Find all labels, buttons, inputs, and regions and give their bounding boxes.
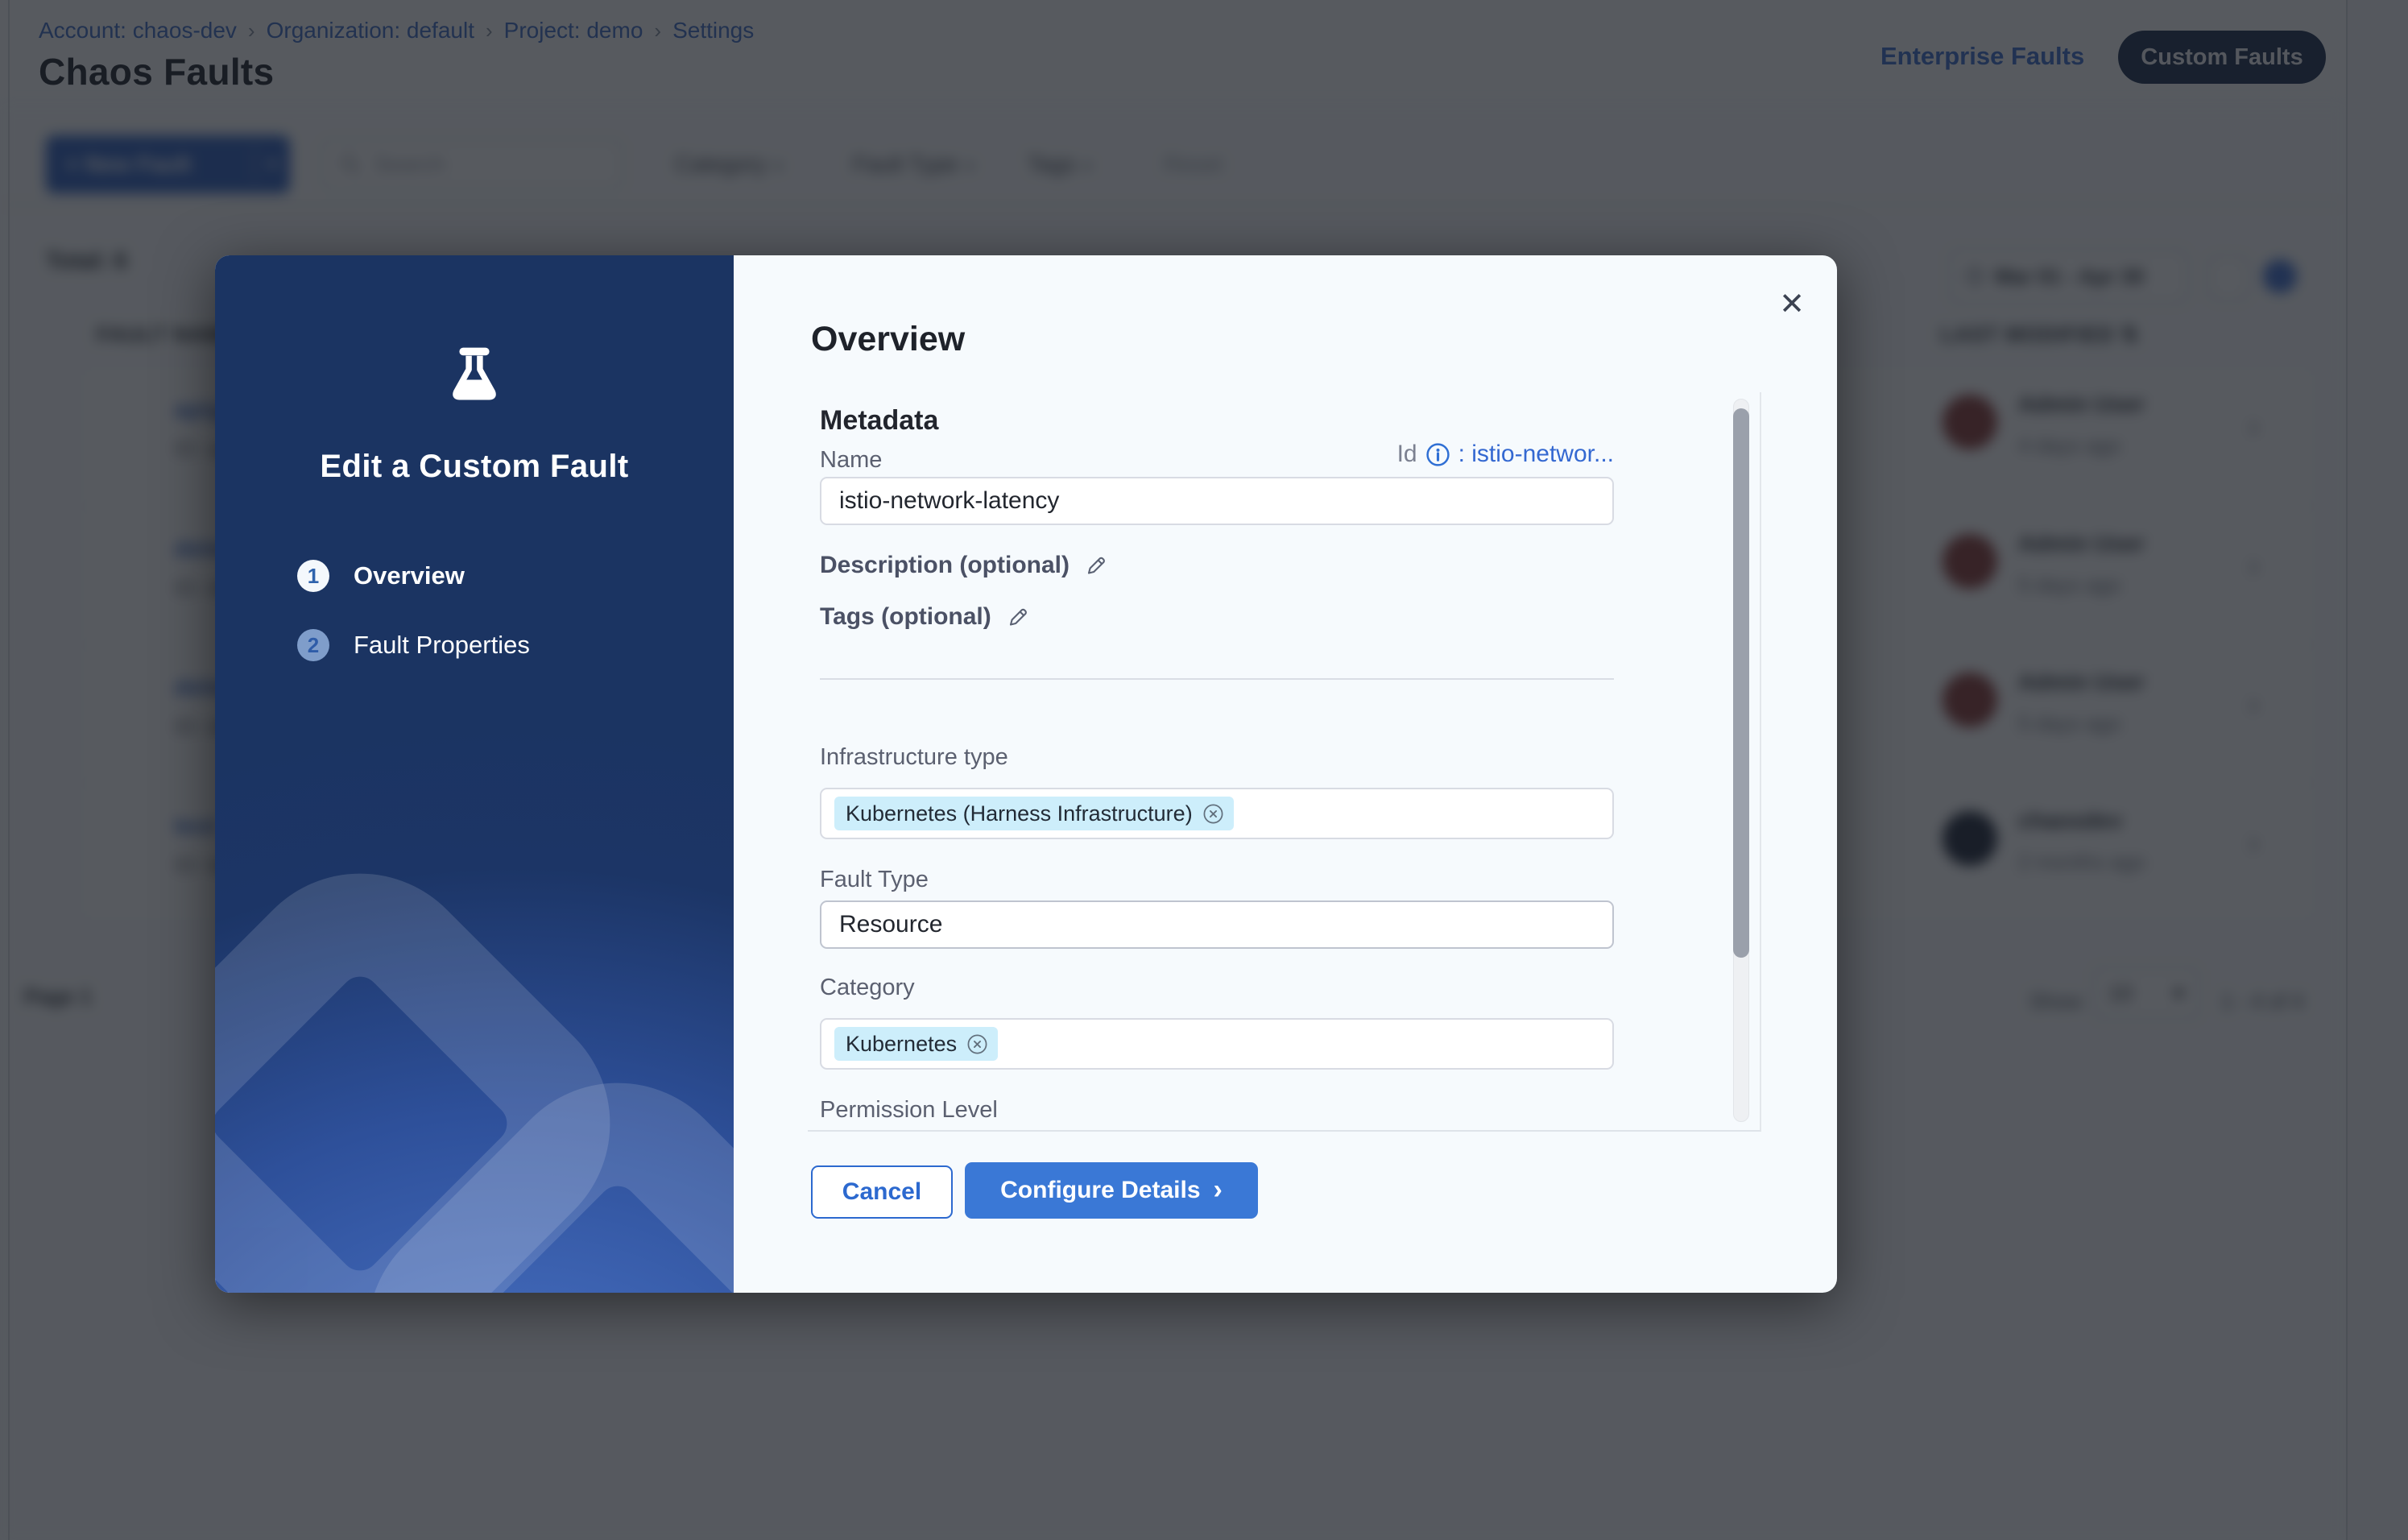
metadata-heading: Metadata: [820, 405, 938, 437]
flask-icon: [447, 346, 502, 400]
close-icon[interactable]: ✕: [1768, 279, 1816, 328]
harness-logo-watermark: [215, 769, 734, 1293]
permission-level-label: Permission Level: [820, 1097, 998, 1124]
name-input-value: istio-network-latency: [821, 487, 1059, 515]
edit-pencil-icon[interactable]: [1084, 553, 1108, 578]
chevron-right-icon: ›: [1214, 1174, 1223, 1206]
infrastructure-type-label: Infrastructure type: [820, 744, 1008, 771]
info-icon[interactable]: [1425, 442, 1450, 467]
wizard-panel: Edit a Custom Fault 1 Overview 2 Fault P…: [215, 255, 734, 1293]
category-label: Category: [820, 975, 915, 1001]
infrastructure-type-input[interactable]: Kubernetes (Harness Infrastructure): [820, 788, 1614, 839]
remove-chip-icon[interactable]: [966, 1033, 988, 1055]
modal-heading: Overview: [811, 320, 965, 359]
tags-row: Tags (optional): [820, 603, 1030, 631]
app-root: + New Fault ▾ Search Category▾ Fault Typ…: [0, 0, 2408, 1540]
fault-type-label: Fault Type: [820, 867, 929, 893]
fault-type-input[interactable]: Resource: [820, 900, 1614, 949]
infrastructure-chip: Kubernetes (Harness Infrastructure): [834, 797, 1234, 830]
category-input[interactable]: Kubernetes: [820, 1018, 1614, 1070]
description-row: Description (optional): [820, 552, 1108, 579]
step-number-badge: 2: [297, 629, 329, 661]
remove-chip-icon[interactable]: [1202, 803, 1224, 825]
configure-details-button[interactable]: Configure Details ›: [965, 1162, 1258, 1219]
wizard-step-overview[interactable]: 1 Overview: [297, 560, 465, 592]
wizard-title: Edit a Custom Fault: [215, 449, 734, 485]
name-label: Name: [820, 447, 882, 474]
fault-id-link[interactable]: : istio-networ...: [1458, 441, 1614, 468]
cancel-button[interactable]: Cancel: [811, 1165, 953, 1219]
step-label: Fault Properties: [354, 631, 530, 660]
wizard-step-fault-properties[interactable]: 2 Fault Properties: [297, 629, 530, 661]
id-label: Id: [1397, 441, 1417, 468]
step-label: Overview: [354, 561, 465, 590]
fault-type-value: Resource: [821, 911, 942, 938]
tags-label: Tags (optional): [820, 603, 991, 631]
section-divider: [820, 678, 1614, 680]
name-input[interactable]: istio-network-latency: [820, 477, 1614, 525]
edit-custom-fault-modal: Edit a Custom Fault 1 Overview 2 Fault P…: [215, 255, 1837, 1293]
fault-id-row: Id : istio-networ...: [1343, 441, 1614, 468]
edit-pencil-icon[interactable]: [1006, 605, 1030, 629]
description-label: Description (optional): [820, 552, 1070, 579]
category-chip: Kubernetes: [834, 1027, 998, 1061]
step-number-badge: 1: [297, 560, 329, 592]
scrollbar-thumb[interactable]: [1733, 408, 1749, 958]
